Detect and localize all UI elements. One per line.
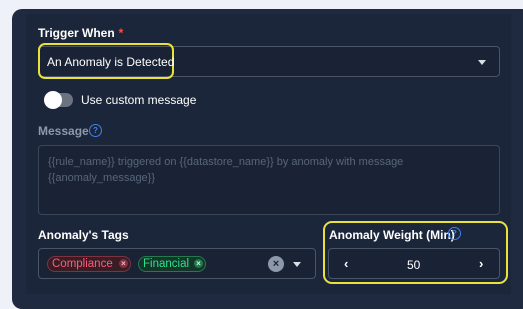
trigger-when-text: Trigger When [38,26,115,40]
message-placeholder: {{rule_name}} triggered on {{datastore_n… [48,156,404,184]
close-icon[interactable]: × [194,259,203,268]
help-circle-icon[interactable]: ? [89,124,102,137]
help-circle-icon[interactable]: ? [448,227,461,240]
trigger-select-value: An Anomaly is Detected [47,55,175,69]
tag-chip-financial: Financial × [138,256,206,272]
clear-icon[interactable]: × [268,256,284,272]
toggle-knob [44,91,62,109]
tag-chip-label: Compliance [52,258,113,270]
weight-value: 50 [407,258,421,272]
tags-label: Anomaly's Tags [38,228,129,242]
close-icon[interactable]: × [119,259,128,268]
tag-chip-compliance: Compliance × [47,256,131,272]
weight-label: Anomaly Weight (Min) [329,228,455,242]
message-label: Message [38,124,89,138]
decrement-button[interactable]: ‹ [344,256,348,271]
increment-button[interactable]: › [479,256,483,271]
custom-message-toggle[interactable] [44,91,73,109]
trigger-when-label: Trigger When * [38,26,123,40]
custom-message-label: Use custom message [81,93,197,107]
required-mark: * [118,26,124,40]
chevron-down-icon[interactable] [293,262,301,267]
tag-chip-label: Financial [143,258,190,270]
chevron-down-icon[interactable] [478,60,486,65]
